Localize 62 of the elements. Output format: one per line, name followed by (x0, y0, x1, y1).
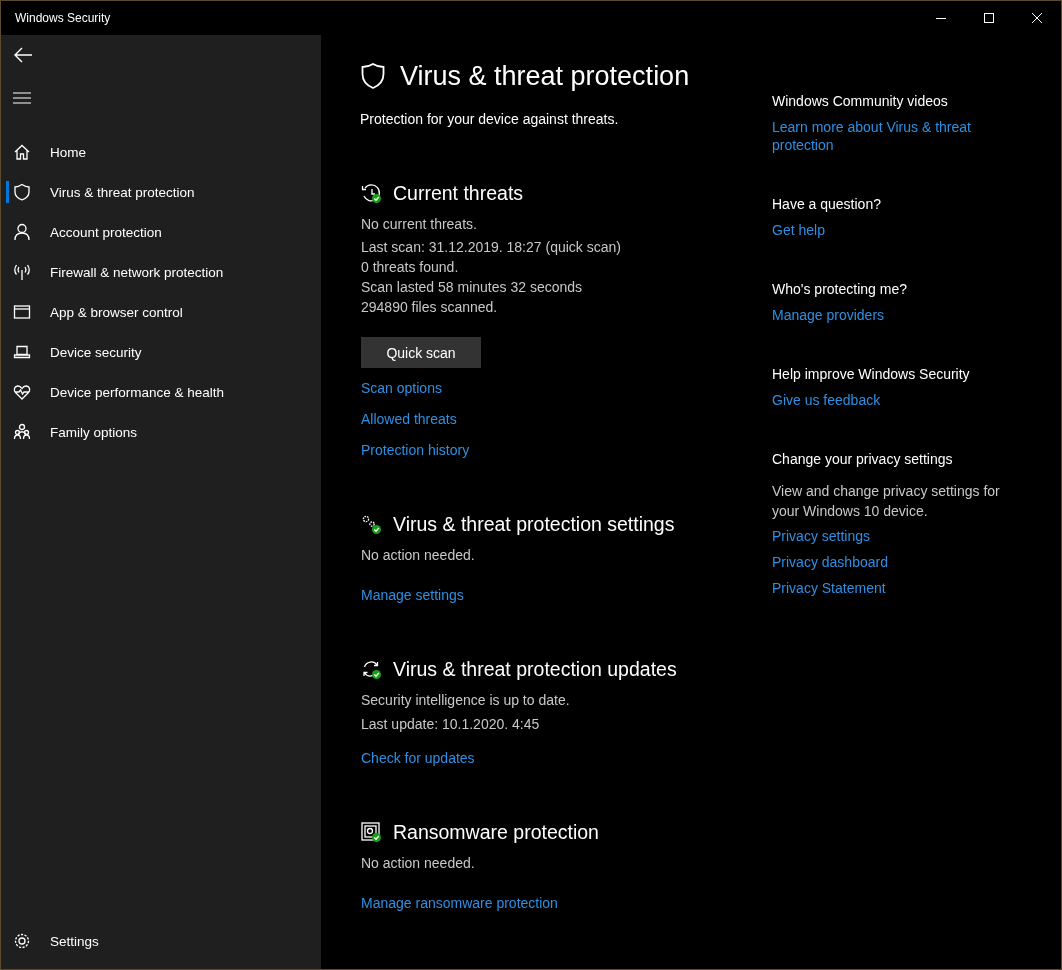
nav-item[interactable]: Firewall & network protection (1, 252, 321, 292)
link[interactable]: Manage ransomware protection (361, 893, 558, 913)
link[interactable]: Manage settings (361, 585, 464, 605)
link[interactable]: Privacy Statement (772, 579, 992, 597)
detail-text: 294890 files scanned. (361, 298, 499, 317)
family-icon (13, 423, 31, 441)
detail-text: 0 threats found. (361, 258, 460, 277)
clock-check-icon (361, 182, 382, 204)
link[interactable]: Scan options (361, 378, 442, 398)
nav-item[interactable]: Device security (1, 332, 321, 372)
page-subtitle: Protection for your device against threats. (360, 110, 620, 129)
status-text: Security intelligence is up to date. (361, 691, 571, 710)
status-text: No action needed. (361, 546, 476, 565)
detail-text: Last scan: 31.12.2019. 18:27 (quick scan) (361, 238, 622, 257)
nav-item[interactable]: Family options (1, 412, 321, 452)
browser-window-icon (13, 303, 31, 321)
settings-item[interactable]: Settings (1, 921, 321, 961)
link[interactable]: Allowed threats (361, 409, 457, 429)
person-icon (13, 223, 31, 241)
link[interactable]: Give us feedback (772, 391, 992, 409)
nav-item[interactable]: Home (1, 132, 321, 172)
nav-item[interactable]: App & browser control (1, 292, 321, 332)
aside-heading: Windows Community videos (772, 92, 949, 111)
ransomware-check-icon (361, 821, 382, 843)
detail-text: Last update: 10.1.2020. 4:45 (361, 715, 541, 734)
sync-check-icon (361, 658, 382, 680)
link[interactable]: Learn more about Virus & threat protection (772, 118, 992, 154)
heart-pulse-icon (13, 383, 31, 401)
maximize-icon[interactable] (984, 13, 994, 23)
status-text: No action needed. (361, 854, 476, 873)
window-title: Windows Security (14, 11, 112, 25)
link[interactable]: Protection history (361, 440, 470, 460)
aside-heading: Have a question? (772, 195, 882, 214)
aside-text: View and change privacy settings for your Windows 10 device. (772, 482, 1001, 521)
aside-heading: Who's protecting me? (772, 280, 908, 299)
aside-heading: Help improve Windows Security (772, 365, 971, 384)
home-icon (13, 143, 31, 161)
shield-icon (360, 62, 386, 90)
detail-text: Scan lasted 58 minutes 32 seconds (361, 278, 584, 297)
shield-icon (13, 183, 31, 201)
link[interactable]: Privacy dashboard (772, 553, 992, 571)
link[interactable]: Check for updates (361, 748, 475, 768)
back-arrow-icon[interactable] (13, 45, 33, 65)
quick-scan-button[interactable]: Quick scan (361, 337, 481, 368)
section-heading: Virus & threat protection settings (393, 512, 675, 536)
gears-check-icon (361, 513, 382, 535)
section-heading: Virus & threat protection updates (393, 657, 677, 681)
link[interactable]: Manage providers (772, 306, 992, 324)
close-icon[interactable] (1032, 13, 1042, 23)
status-text: No current threats. (361, 215, 478, 234)
nav-item[interactable]: Device performance & health (1, 372, 321, 412)
nav-item[interactable]: Account protection (1, 212, 321, 252)
menu-icon[interactable] (13, 91, 31, 105)
antenna-icon (13, 263, 31, 281)
section-heading: Current threats (393, 181, 524, 205)
link[interactable]: Privacy settings (772, 527, 992, 545)
link[interactable]: Get help (772, 221, 992, 239)
aside-heading: Change your privacy settings (772, 450, 954, 469)
laptop-icon (13, 343, 31, 361)
section-heading: Ransomware protection (393, 820, 599, 844)
page-title: Virus & threat protection (400, 60, 690, 92)
settings-icon (13, 932, 31, 950)
